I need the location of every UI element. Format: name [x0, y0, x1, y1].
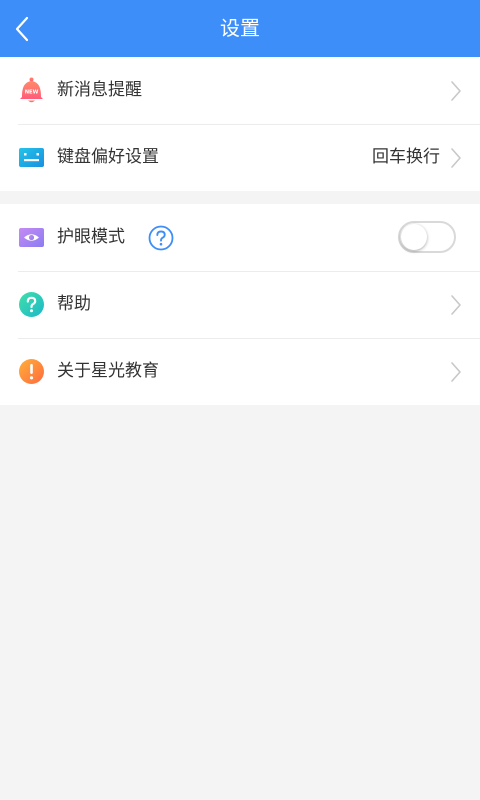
eye-icon	[19, 228, 44, 247]
chevron-right-icon	[451, 295, 461, 315]
keyboard-preference-value: 回车换行	[372, 147, 440, 167]
question-circle-icon[interactable]	[148, 225, 174, 251]
help-label: 帮助	[57, 294, 91, 314]
settings-group-notifications: NEW 新消息提醒 键盘偏好设置 回车换行	[0, 57, 480, 191]
chevron-right-icon	[451, 148, 461, 168]
eye-protection-row: 护眼模式	[0, 204, 480, 271]
toggle-knob	[401, 224, 427, 250]
keyboard-preference-label: 键盘偏好设置	[57, 147, 159, 167]
keyboard-preference-row[interactable]: 键盘偏好设置 回车换行	[0, 124, 480, 191]
bell-badge-text: NEW	[25, 90, 39, 96]
new-message-reminder-row[interactable]: NEW 新消息提醒	[0, 57, 480, 124]
settings-group-general: 护眼模式 帮助 关于星光教育	[0, 204, 480, 405]
top-bar: 设置	[0, 0, 480, 57]
question-icon	[19, 292, 44, 317]
exclamation-icon	[19, 359, 44, 384]
about-row[interactable]: 关于星光教育	[0, 338, 480, 405]
chevron-right-icon	[451, 81, 461, 101]
help-row[interactable]: 帮助	[0, 271, 480, 338]
eye-protection-toggle[interactable]	[398, 221, 456, 253]
page-title: 设置	[220, 16, 260, 40]
eye-protection-label: 护眼模式	[57, 227, 125, 247]
about-label: 关于星光教育	[57, 361, 159, 381]
chevron-right-icon	[451, 362, 461, 382]
bell-new-icon: NEW	[20, 77, 43, 103]
new-message-reminder-label: 新消息提醒	[57, 80, 142, 100]
keyboard-icon	[19, 148, 44, 167]
